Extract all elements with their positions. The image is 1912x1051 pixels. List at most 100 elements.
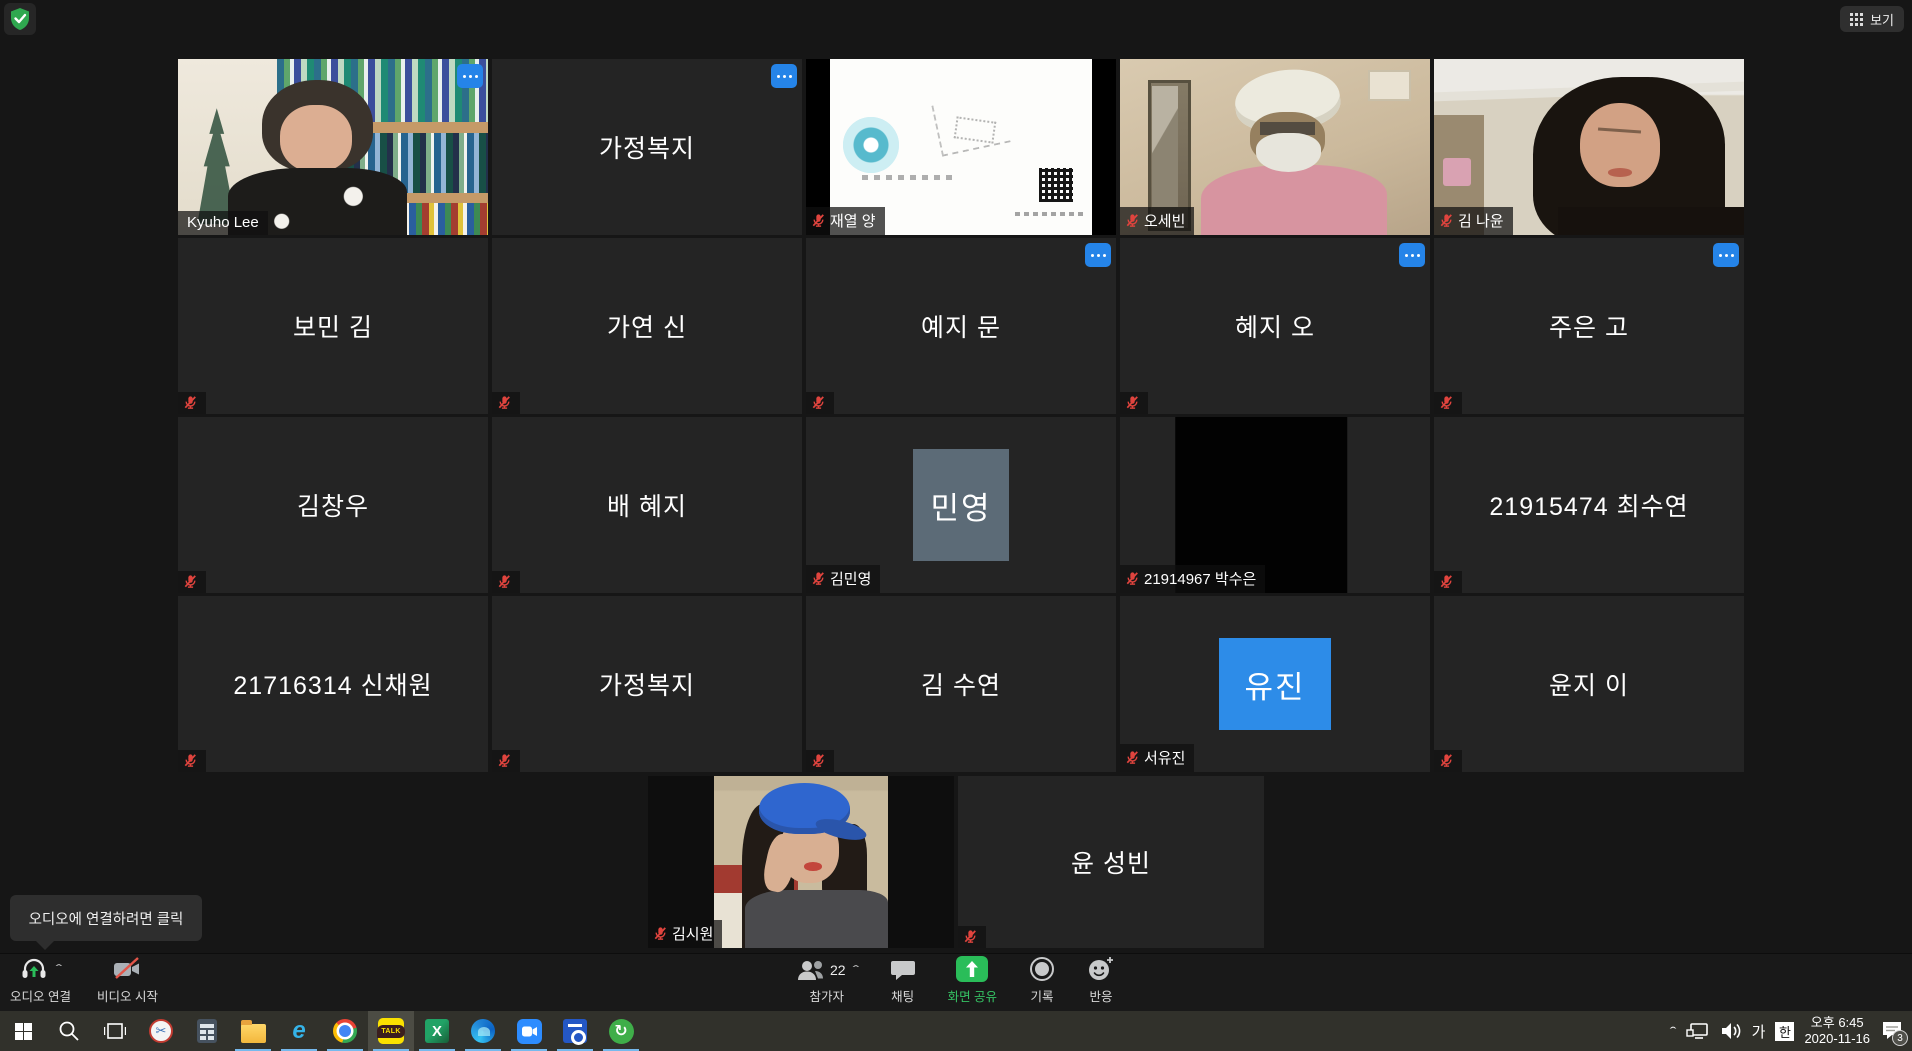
audio-options-caret[interactable]: ˆ	[56, 962, 62, 976]
muted-mic-icon	[184, 395, 197, 410]
more-options-button[interactable]	[771, 64, 797, 88]
more-options-button[interactable]	[457, 64, 483, 88]
participant-mute-indicator	[492, 571, 520, 593]
participant-tile[interactable]: 윤지 이	[1434, 596, 1744, 772]
participant-avatar: 민영	[913, 449, 1009, 561]
muted-mic-icon	[1440, 753, 1453, 768]
headset-icon	[19, 956, 49, 982]
join-audio-button[interactable]: ˆ 오디오 연결	[10, 954, 71, 1011]
taskbar-app-excel[interactable]: X	[414, 1011, 460, 1051]
participant-tile[interactable]: 김창우	[178, 417, 488, 593]
participant-name-label: 김민영	[806, 565, 880, 593]
video-gallery-last-row: 김시원 윤 성빈	[648, 776, 1264, 948]
participant-tile[interactable]: Kyuho Lee	[178, 59, 488, 235]
participant-tile[interactable]: 김 수연	[806, 596, 1116, 772]
participant-tile[interactable]: 오세빈	[1120, 59, 1430, 235]
more-options-button[interactable]	[1399, 243, 1425, 267]
taskbar-app-calculator[interactable]	[184, 1011, 230, 1051]
participant-tile[interactable]: 김 나윤	[1434, 59, 1744, 235]
video-feed	[178, 59, 488, 235]
taskbar-app-edge[interactable]	[460, 1011, 506, 1051]
more-options-button[interactable]	[1085, 243, 1111, 267]
muted-mic-icon	[812, 571, 825, 586]
tray-chevron-icon[interactable]: ˆ	[1670, 1024, 1677, 1039]
ellipsis-icon	[1719, 254, 1734, 257]
participant-tile[interactable]: 21915474 최수연	[1434, 417, 1744, 593]
taskbar-app-file-explorer[interactable]	[230, 1011, 276, 1051]
chat-icon	[890, 958, 916, 982]
participant-tile[interactable]: 김시원	[648, 776, 954, 948]
taskbar-app-sync[interactable]: ↻	[598, 1011, 644, 1051]
taskbar-app-chrome[interactable]	[322, 1011, 368, 1051]
participant-tile[interactable]: 가정복지	[492, 59, 802, 235]
participant-name-label: 김시원	[648, 920, 722, 948]
record-button[interactable]: 기록	[1029, 954, 1055, 1011]
participant-name-label: Kyuho Lee	[178, 211, 268, 235]
view-button[interactable]: 보기	[1840, 6, 1904, 32]
participant-tile[interactable]: 보민 김	[178, 238, 488, 414]
taskbar-app-snipping-tool[interactable]: ✂	[138, 1011, 184, 1051]
participant-center-name: 김창우	[178, 417, 488, 593]
taskbar-app-kakaotalk[interactable]: TALK	[368, 1011, 414, 1051]
tray-date: 2020-11-16	[1804, 1031, 1870, 1047]
video-gallery: Kyuho Lee 가정복지 재열 양 오세빈 김 나윤 보민 김 가연 신 예…	[178, 59, 1744, 772]
taskbar-app-internet-explorer[interactable]: e	[276, 1011, 322, 1051]
task-view-button[interactable]	[92, 1011, 138, 1051]
participant-center-name: 배 혜지	[492, 417, 802, 593]
muted-mic-icon	[812, 213, 825, 228]
taskbar-search[interactable]	[46, 1011, 92, 1051]
speaker-icon[interactable]	[1720, 1021, 1742, 1041]
taskbar-app-hancom[interactable]	[552, 1011, 598, 1051]
participant-tile[interactable]: 가정복지	[492, 596, 802, 772]
muted-mic-icon	[498, 753, 511, 768]
reactions-button[interactable]: 반응	[1087, 954, 1115, 1011]
participant-name-label: 김 나윤	[1434, 207, 1513, 235]
participant-tile[interactable]: 민영 김민영	[806, 417, 1116, 593]
taskbar-app-zoom[interactable]	[506, 1011, 552, 1051]
participant-tile[interactable]: 주은 고	[1434, 238, 1744, 414]
participant-tile[interactable]: 유진 서유진	[1120, 596, 1430, 772]
participant-name-label: 21914967 박수은	[1120, 565, 1265, 593]
start-button[interactable]	[0, 1011, 46, 1051]
view-button-label: 보기	[1870, 10, 1894, 29]
notification-count-badge: 3	[1892, 1030, 1908, 1046]
participant-mute-indicator	[1434, 750, 1462, 772]
participant-center-name: 보민 김	[178, 238, 488, 414]
participant-center-name: 가정복지	[492, 59, 802, 235]
participants-caret[interactable]: ˆ	[852, 963, 858, 977]
chat-button[interactable]: 채팅	[890, 954, 916, 1011]
ime-han-indicator[interactable]: 한	[1775, 1022, 1794, 1041]
security-shield-badge[interactable]	[4, 3, 36, 35]
participant-tile[interactable]: 윤 성빈	[958, 776, 1264, 948]
ime-mode-indicator[interactable]: 가	[1752, 1021, 1766, 1042]
participant-tile[interactable]: 예지 문	[806, 238, 1116, 414]
muted-mic-icon	[1440, 395, 1453, 410]
participant-center-name: 21716314 신채원	[178, 596, 488, 772]
participant-tile[interactable]: 가연 신	[492, 238, 802, 414]
start-video-button[interactable]: 비디오 시작	[97, 954, 158, 1011]
chrome-icon	[333, 1019, 357, 1043]
reactions-icon	[1087, 956, 1115, 982]
more-options-button[interactable]	[1713, 243, 1739, 267]
participant-mute-indicator	[1434, 571, 1462, 593]
participant-mute-indicator	[1434, 392, 1462, 414]
participant-tile[interactable]: 21914967 박수은	[1120, 417, 1430, 593]
participant-center-name: 윤 성빈	[958, 776, 1264, 948]
participant-tile[interactable]: 재열 양	[806, 59, 1116, 235]
share-screen-button[interactable]: 화면 공유	[948, 954, 997, 1011]
participant-avatar: 유진	[1219, 638, 1331, 730]
hancom-icon	[563, 1019, 587, 1043]
network-icon[interactable]	[1686, 1021, 1710, 1041]
participant-name-label: 재열 양	[806, 207, 885, 235]
participant-tile[interactable]: 배 혜지	[492, 417, 802, 593]
participants-button[interactable]: 22 ˆ 참가자	[796, 954, 858, 1011]
muted-mic-icon	[654, 926, 667, 941]
participant-tile[interactable]: 21716314 신채원	[178, 596, 488, 772]
zoom-app-icon	[517, 1019, 542, 1044]
participant-tile[interactable]: 혜지 오	[1120, 238, 1430, 414]
muted-mic-icon	[184, 753, 197, 768]
muted-mic-icon	[1126, 213, 1139, 228]
taskbar-clock[interactable]: 오후 6:45 2020-11-16	[1804, 1015, 1870, 1047]
muted-mic-icon	[1440, 213, 1453, 228]
notification-center-button[interactable]: 3	[1880, 1019, 1904, 1043]
